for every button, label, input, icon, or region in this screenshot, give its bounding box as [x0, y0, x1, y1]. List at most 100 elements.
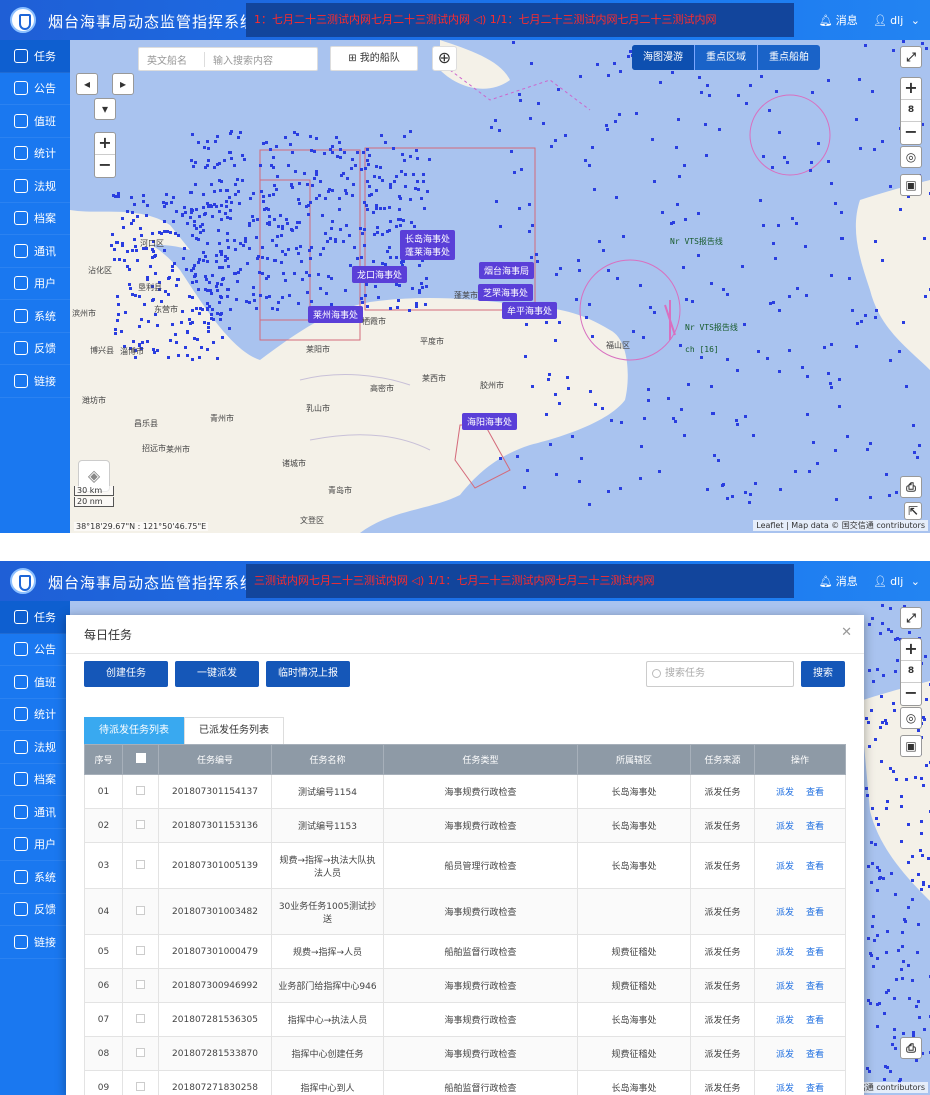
ship-marker[interactable] [766, 357, 770, 361]
ship-marker[interactable] [190, 358, 194, 362]
ship-marker[interactable] [706, 488, 710, 492]
ship-marker[interactable] [318, 194, 322, 198]
ship-marker[interactable] [772, 241, 776, 245]
dispatch-link[interactable]: 派发 [776, 1016, 794, 1026]
ship-marker[interactable] [206, 159, 210, 163]
ship-marker[interactable] [850, 308, 854, 312]
sidebar-item-9[interactable]: 反馈 [0, 894, 70, 926]
ship-marker[interactable] [395, 305, 399, 309]
ship-marker[interactable] [771, 165, 775, 169]
ship-marker[interactable] [241, 244, 245, 248]
ship-marker[interactable] [323, 232, 327, 236]
ship-marker[interactable] [638, 283, 642, 287]
ship-marker[interactable] [523, 355, 527, 359]
ship-marker[interactable] [398, 217, 402, 221]
ship-marker[interactable] [244, 239, 248, 243]
ship-marker[interactable] [207, 146, 211, 150]
ship-marker[interactable] [226, 294, 230, 298]
ship-marker[interactable] [306, 183, 310, 187]
ship-marker[interactable] [190, 295, 194, 299]
ship-marker[interactable] [154, 253, 158, 257]
ship-marker[interactable] [684, 298, 688, 302]
ship-marker[interactable] [490, 125, 494, 129]
ship-marker[interactable] [917, 444, 921, 448]
ship-marker[interactable] [146, 320, 150, 324]
map-canvas[interactable]: 英文船名 输入搜索内容 ⊞ 我的船队 ⊕ 海图漫游 重点区域 重点船舶 ◂ ▸ … [70, 40, 930, 533]
ship-marker[interactable] [215, 253, 219, 257]
ship-marker[interactable] [296, 132, 300, 136]
ship-marker[interactable] [516, 455, 520, 459]
ship-marker[interactable] [217, 300, 221, 304]
ship-marker[interactable] [893, 670, 897, 674]
ship-marker[interactable] [131, 340, 135, 344]
ship-marker[interactable] [881, 877, 885, 881]
ship-marker[interactable] [330, 145, 334, 149]
ship-marker[interactable] [385, 229, 389, 233]
ship-marker[interactable] [262, 141, 266, 145]
ship-marker[interactable] [247, 300, 251, 304]
ship-marker[interactable] [272, 184, 276, 188]
chevron-down-icon[interactable]: ⌄ [911, 575, 920, 588]
ship-marker[interactable] [215, 288, 219, 292]
ship-marker[interactable] [906, 861, 910, 865]
ship-marker[interactable] [226, 265, 230, 269]
ship-marker[interactable] [894, 1046, 898, 1050]
ship-marker[interactable] [375, 189, 378, 193]
ship-marker[interactable] [315, 137, 319, 141]
ship-marker[interactable] [219, 282, 223, 286]
ship-marker[interactable] [884, 991, 888, 995]
ship-marker[interactable] [898, 207, 902, 211]
ship-marker[interactable] [256, 217, 260, 221]
ship-marker[interactable] [133, 294, 137, 298]
ship-marker[interactable] [217, 265, 221, 269]
ship-marker[interactable] [362, 201, 366, 205]
ship-marker[interactable] [310, 300, 314, 304]
ship-marker[interactable] [221, 336, 225, 340]
ship-marker[interactable] [265, 257, 269, 261]
ship-marker[interactable] [658, 470, 662, 474]
ship-marker[interactable] [596, 62, 600, 66]
ship-marker[interactable] [395, 224, 399, 228]
ship-marker[interactable] [183, 211, 187, 215]
ship-marker[interactable] [193, 160, 197, 164]
ship-marker[interactable] [647, 398, 651, 402]
ship-marker[interactable] [191, 208, 195, 212]
ship-marker[interactable] [885, 472, 889, 476]
ship-marker[interactable] [255, 236, 258, 240]
dispatch-link[interactable]: 派发 [776, 1084, 794, 1094]
ship-marker[interactable] [173, 261, 177, 265]
ship-marker[interactable] [401, 153, 405, 157]
ship-marker[interactable] [111, 233, 115, 237]
ship-marker[interactable] [138, 295, 142, 299]
ship-marker[interactable] [225, 199, 229, 203]
ship-marker[interactable] [280, 296, 284, 300]
ship-marker[interactable] [421, 180, 425, 184]
ship-marker[interactable] [350, 167, 354, 171]
ship-marker[interactable] [554, 392, 558, 396]
ship-marker[interactable] [256, 256, 260, 260]
ship-marker[interactable] [860, 320, 864, 324]
ship-marker[interactable] [151, 298, 155, 302]
ship-marker[interactable] [875, 667, 879, 671]
ship-marker[interactable] [177, 353, 181, 357]
ship-marker[interactable] [403, 135, 407, 139]
ship-marker[interactable] [279, 260, 283, 264]
ship-marker[interactable] [197, 287, 201, 291]
ship-marker[interactable] [897, 948, 901, 952]
ship-marker[interactable] [146, 203, 150, 207]
ship-marker[interactable] [868, 668, 872, 672]
ship-marker[interactable] [205, 242, 209, 246]
ship-marker[interactable] [583, 158, 587, 162]
ship-marker[interactable] [285, 217, 289, 221]
ship-marker[interactable] [333, 239, 337, 243]
ship-marker[interactable] [414, 148, 418, 152]
ship-marker[interactable] [288, 293, 292, 297]
ship-marker[interactable] [120, 216, 124, 220]
ship-marker[interactable] [402, 158, 406, 162]
ship-marker[interactable] [678, 175, 682, 179]
ship-marker[interactable] [355, 256, 359, 260]
ship-marker[interactable] [730, 495, 734, 499]
ship-marker[interactable] [388, 307, 392, 311]
ship-marker[interactable] [676, 203, 680, 207]
ship-marker[interactable] [420, 286, 424, 290]
